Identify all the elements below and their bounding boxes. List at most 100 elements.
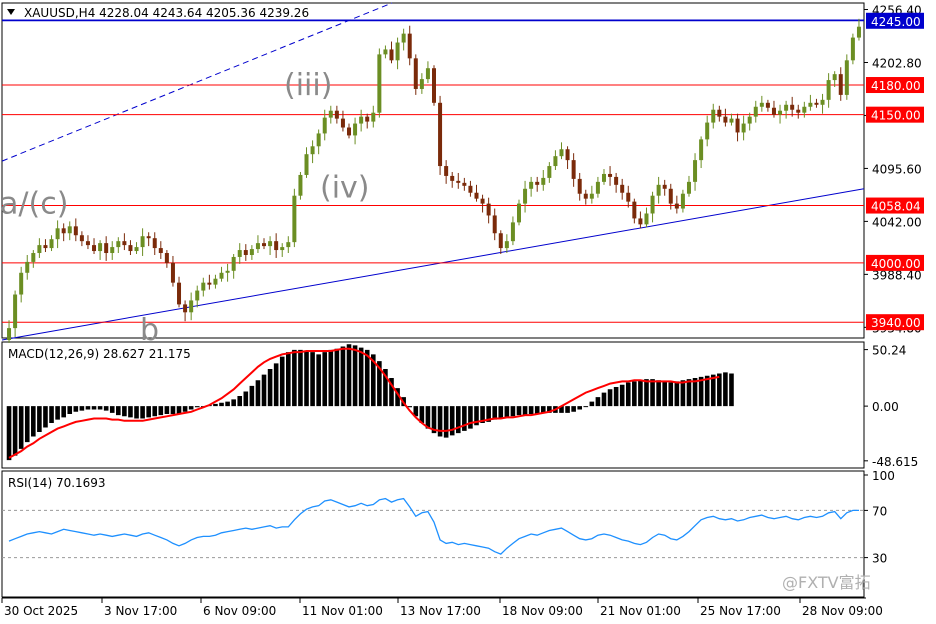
macd-histogram-bar xyxy=(680,380,686,407)
candle-body xyxy=(486,203,491,216)
candle-body xyxy=(571,160,576,179)
macd-histogram-bar xyxy=(662,381,667,407)
macd-histogram-bar xyxy=(668,382,674,407)
candle-body xyxy=(219,272,224,279)
candle-body xyxy=(395,42,400,61)
candle-body xyxy=(620,184,625,193)
macd-histogram-bar xyxy=(613,387,619,407)
candle-body xyxy=(359,116,364,124)
macd-histogram-bar xyxy=(443,406,449,438)
wave-label-iv: (iv) xyxy=(320,171,370,206)
candle-body xyxy=(559,149,564,157)
candle-body xyxy=(814,102,819,105)
candle-body xyxy=(601,173,606,182)
macd-histogram-bar xyxy=(619,384,625,407)
macd-histogram-bar xyxy=(146,406,151,418)
macd-axis-tick-label: 0.00 xyxy=(872,400,899,414)
macd-histogram-bar xyxy=(583,406,589,408)
chart-canvas[interactable]: a/(c) b (iii) (iv) XAUUSD,H4 4228.04 4243.64… xyxy=(0,0,936,624)
candle-body xyxy=(334,110,339,119)
wave-label-b: b xyxy=(140,313,159,348)
candle-body xyxy=(140,236,145,248)
candle-body xyxy=(274,241,279,251)
candle-body xyxy=(510,222,515,242)
candle-body xyxy=(438,102,443,167)
candle-body xyxy=(492,215,497,234)
candle-body xyxy=(237,250,242,257)
candle-body xyxy=(286,242,291,248)
macd-histogram-bar xyxy=(12,406,18,456)
macd-histogram-bar xyxy=(644,379,649,407)
candle-body xyxy=(207,282,212,285)
candle-body xyxy=(741,123,746,133)
time-axis-tick-label: 11 Nov 01:00 xyxy=(302,604,383,618)
macd-histogram-bar xyxy=(565,406,570,413)
level-price-tag-3: 4000.00 xyxy=(871,257,921,271)
candle-body xyxy=(104,243,109,254)
macd-histogram-bar xyxy=(24,406,30,443)
candle-body xyxy=(377,54,382,113)
candle-body xyxy=(243,250,248,255)
candle-body xyxy=(747,116,752,124)
macd-histogram-bar xyxy=(67,406,73,414)
macd-histogram-bar xyxy=(237,396,243,407)
candle-body xyxy=(614,176,619,185)
candle-body xyxy=(790,104,795,110)
candle-body xyxy=(771,107,776,115)
macd-histogram-bar xyxy=(607,389,613,407)
macd-histogram-bar xyxy=(255,380,261,407)
candle-body xyxy=(686,181,691,194)
candle-body xyxy=(729,118,734,123)
time-axis-tick-label: 13 Nov 17:00 xyxy=(400,604,481,618)
candle-body xyxy=(304,154,309,175)
candle-body xyxy=(31,253,36,262)
candle-body xyxy=(353,123,358,136)
time-axis-tick-label: 30 Oct 2025 xyxy=(4,604,78,618)
candle-body xyxy=(516,203,521,223)
candle-body xyxy=(268,241,273,247)
candle-body xyxy=(225,270,230,273)
macd-histogram-bar xyxy=(298,349,303,407)
candle-body xyxy=(249,249,254,255)
candle-body xyxy=(401,33,406,43)
candle-body xyxy=(784,104,789,111)
candle-body xyxy=(92,245,97,252)
macd-histogram-bar xyxy=(182,406,188,412)
macd-histogram-bar xyxy=(49,406,54,423)
candle-body xyxy=(195,290,200,301)
macd-histogram-bar xyxy=(55,406,60,420)
macd-histogram-bar xyxy=(462,406,467,431)
candle-body xyxy=(699,139,704,161)
candle-body xyxy=(808,102,813,107)
candle-body xyxy=(213,278,218,285)
candle-body xyxy=(553,156,558,167)
candle-body xyxy=(79,235,84,242)
macd-histogram-bar xyxy=(346,344,352,407)
macd-histogram-bar xyxy=(571,406,576,412)
candle-body xyxy=(19,272,24,295)
candle-body xyxy=(778,110,783,115)
candle-body xyxy=(753,106,758,117)
candle-body xyxy=(98,243,103,252)
time-axis-tick-label: 6 Nov 09:00 xyxy=(203,604,276,618)
macd-histogram-bar xyxy=(577,406,583,410)
macd-histogram-bar xyxy=(103,406,109,411)
price-pane-title: XAUUSD,H4 4228.04 4243.64 4205.36 4239.2… xyxy=(24,6,309,20)
time-axis-tick-label: 21 Nov 01:00 xyxy=(600,604,681,618)
rsi-axis-tick-label: 30 xyxy=(872,552,887,566)
candle-body xyxy=(735,118,740,133)
candle-body xyxy=(705,122,710,140)
macd-histogram-bar xyxy=(638,380,643,407)
candle-body xyxy=(49,239,54,249)
candle-body xyxy=(796,109,801,113)
candle-body xyxy=(577,178,582,194)
candle-body xyxy=(25,261,30,273)
macd-histogram-bar xyxy=(219,402,224,407)
candle-body xyxy=(583,193,588,199)
candle-body xyxy=(498,233,503,249)
candle-body xyxy=(146,236,151,239)
level-price-tag-1: 4150.00 xyxy=(871,109,921,123)
macd-histogram-bar xyxy=(686,379,692,407)
candle-body xyxy=(292,195,297,243)
candle-body xyxy=(116,241,121,248)
